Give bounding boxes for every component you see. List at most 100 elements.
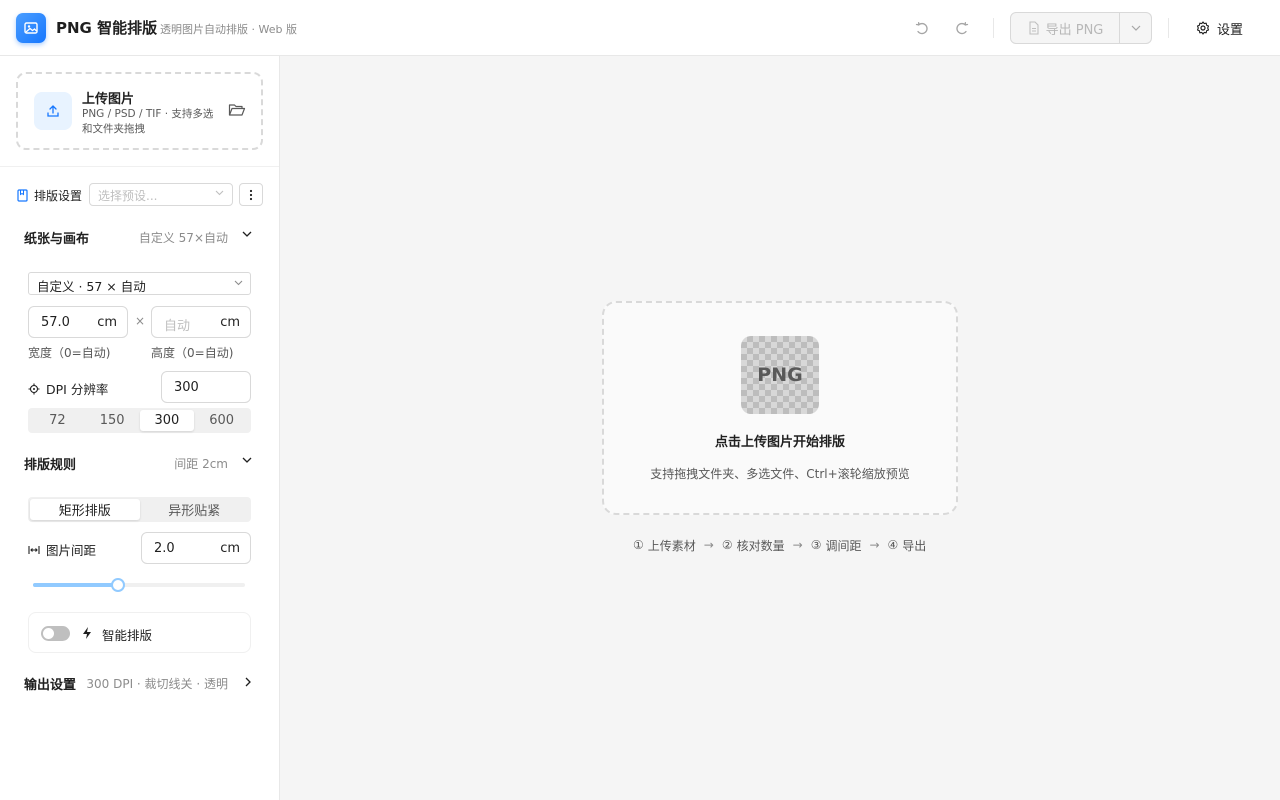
- dpi-preset-segmented: 72 150 300 600: [28, 408, 251, 433]
- mode-rectangle[interactable]: 矩形排版: [30, 499, 140, 520]
- step-3-label: 调间距: [825, 538, 862, 553]
- step-1: ① 上传素材: [633, 537, 696, 554]
- chevron-down-icon: [242, 231, 252, 237]
- paper-size-select[interactable]: 自定义 · 57 × 自动: [28, 272, 251, 295]
- preset-more-button[interactable]: [239, 183, 263, 206]
- export-button[interactable]: 导出 PNG: [1010, 12, 1120, 44]
- paper-size-value: 自定义 · 57 × 自动: [37, 279, 146, 294]
- image-icon: [24, 22, 38, 34]
- redo-button[interactable]: [952, 18, 972, 38]
- folder-open-icon: [228, 104, 246, 116]
- folder-open-button[interactable]: [228, 103, 246, 121]
- bookmark-icon: [17, 189, 28, 202]
- width-caption: 宽度（0=自动): [28, 346, 111, 360]
- header-divider: [993, 18, 994, 38]
- output-section-summary: 300 DPI · 裁切线关 · 透明: [86, 677, 228, 691]
- spacing-label: 图片间距: [28, 540, 96, 559]
- canvas-dropzone[interactable]: PNG 点击上传图片开始排版 支持拖拽文件夹、多选文件、Ctrl+滚轮缩放预览: [602, 301, 958, 515]
- sidebar-divider: [0, 166, 279, 167]
- upload-icon: [47, 105, 59, 117]
- dropzone-title: 点击上传图片开始排版: [714, 435, 845, 450]
- dpi-option-300[interactable]: 300: [139, 410, 195, 431]
- step-arrow: →: [869, 538, 880, 552]
- smart-layout-toggle[interactable]: [41, 626, 70, 641]
- step-4: ④ 导出: [888, 537, 927, 554]
- more-vertical-icon: [249, 189, 253, 200]
- preset-label-text: 排版设置: [34, 189, 83, 203]
- step-1-label: 上传素材: [647, 538, 696, 553]
- gear-icon: [1196, 21, 1210, 35]
- mode-contour[interactable]: 异形贴紧: [140, 499, 250, 520]
- step-2: ② 核对数量: [722, 537, 785, 554]
- layout-mode-segmented: 矩形排版 异形贴紧: [28, 497, 251, 522]
- export-dropdown-button[interactable]: [1120, 12, 1152, 44]
- redo-icon: [956, 21, 969, 35]
- preset-select[interactable]: 选择预设...: [89, 183, 233, 206]
- undo-button[interactable]: [912, 18, 932, 38]
- chevron-right-icon: [245, 677, 251, 687]
- smart-layout-label: 智能排版: [102, 628, 153, 643]
- step-3: ③ 调间距: [811, 537, 862, 554]
- dpi-option-72[interactable]: 72: [30, 410, 85, 431]
- preset-placeholder: 选择预设...: [98, 189, 158, 203]
- app-title: PNG 智能排版: [56, 19, 158, 37]
- height-field[interactable]: 自动 cm: [151, 306, 251, 338]
- upload-description: PNG / PSD / TIF · 支持多选和文件夹拖拽: [82, 108, 214, 135]
- output-section-title: 输出设置: [24, 678, 77, 693]
- output-section-header[interactable]: 输出设置 300 DPI · 裁切线关 · 透明: [24, 672, 252, 694]
- png-placeholder-tile: PNG: [741, 336, 819, 414]
- spacing-label-text: 图片间距: [46, 543, 97, 558]
- dimension-times: ×: [135, 314, 146, 328]
- step-arrow: →: [792, 538, 803, 552]
- paper-section-title: 纸张与画布: [24, 232, 90, 247]
- paper-section-header[interactable]: 纸张与画布 自定义 57×自动: [24, 226, 252, 248]
- spacing-slider[interactable]: [33, 578, 245, 592]
- preset-label: 排版设置: [16, 187, 82, 204]
- dropzone-description: 支持拖拽文件夹、多选文件、Ctrl+滚轮缩放预览: [650, 467, 910, 481]
- spacing-value: 2.0: [154, 541, 175, 556]
- step-arrow: →: [703, 538, 714, 552]
- step-1-number: ①: [633, 538, 644, 552]
- spacing-slider-fill: [33, 583, 118, 587]
- paper-section-summary: 自定义 57×自动: [138, 231, 228, 245]
- png-tile-label: PNG: [757, 364, 803, 386]
- export-label: 导出 PNG: [1045, 22, 1104, 38]
- width-field[interactable]: 57.0 cm: [28, 306, 128, 338]
- spacing-field[interactable]: 2.0 cm: [141, 532, 251, 564]
- dpi-option-150[interactable]: 150: [85, 410, 140, 431]
- chevron-down-icon: [215, 190, 224, 196]
- chevron-down-icon: [234, 280, 243, 286]
- dpi-label-text: DPI 分辨率: [46, 382, 109, 397]
- width-unit: cm: [97, 315, 117, 330]
- app-subtitle: 透明图片自动排版 · Web 版: [160, 23, 297, 36]
- bolt-icon: [83, 627, 91, 639]
- layout-section-summary: 间距 2cm: [174, 457, 228, 471]
- spacing-icon: [28, 545, 40, 554]
- sidebar: 上传图片 PNG / PSD / TIF · 支持多选和文件夹拖拽 排版设置 选…: [0, 56, 280, 800]
- workflow-steps: ① 上传素材 → ② 核对数量 → ③ 调间距 → ④ 导出: [633, 536, 933, 554]
- layout-section-header[interactable]: 排版规则 间距 2cm: [24, 452, 252, 474]
- settings-button[interactable]: 设置: [1196, 16, 1243, 40]
- dpi-label: DPI 分辨率: [28, 379, 108, 398]
- upload-dropzone[interactable]: 上传图片 PNG / PSD / TIF · 支持多选和文件夹拖拽: [16, 72, 263, 150]
- step-2-number: ②: [721, 538, 733, 552]
- chevron-down-icon: [1131, 25, 1140, 31]
- dpi-field[interactable]: 300: [161, 371, 251, 403]
- step-3-number: ③: [810, 538, 822, 552]
- step-4-number: ④: [887, 538, 899, 552]
- chevron-down-icon: [242, 457, 252, 463]
- layout-section-title: 排版规则: [24, 458, 77, 473]
- step-4-label: 导出: [902, 538, 927, 553]
- dpi-value: 300: [174, 380, 199, 395]
- upload-icon-box: [34, 92, 72, 130]
- spacing-unit: cm: [220, 541, 240, 556]
- smart-layout-card: 智能排版: [28, 612, 251, 653]
- height-placeholder: 自动: [164, 319, 191, 334]
- spacing-slider-handle[interactable]: [110, 578, 125, 592]
- preset-row: 排版设置 选择预设...: [16, 183, 264, 207]
- dpi-option-600[interactable]: 600: [194, 410, 249, 431]
- undo-icon: [915, 21, 928, 35]
- settings-label: 设置: [1217, 22, 1244, 38]
- header-divider: [1168, 18, 1169, 38]
- app-logo: [16, 13, 46, 43]
